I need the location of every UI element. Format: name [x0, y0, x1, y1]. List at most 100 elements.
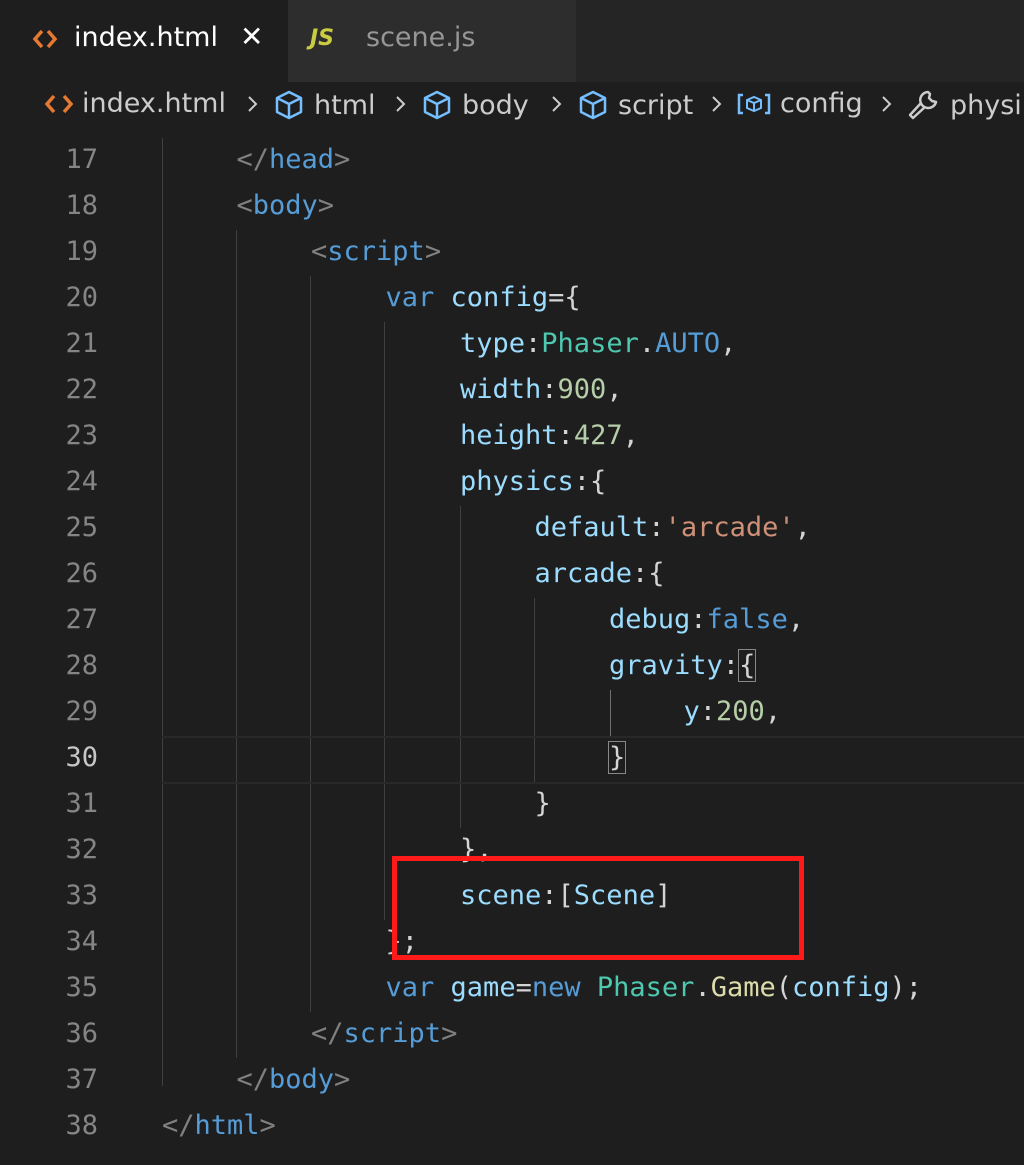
- line-number: 30: [65, 742, 98, 773]
- breadcrumb-item-config[interactable]: config: [736, 88, 863, 119]
- line-number: 17: [65, 144, 98, 175]
- breadcrumb-label: body: [462, 89, 529, 121]
- breadcrumb-item-body[interactable]: body: [420, 88, 529, 122]
- cube-icon: [423, 90, 451, 120]
- code-token: 427: [573, 420, 623, 451]
- code-token: false: [706, 604, 788, 635]
- code-line[interactable]: 31}: [0, 782, 1024, 828]
- chevron-right-icon: [882, 96, 892, 112]
- code-token: >: [259, 1110, 276, 1141]
- code-text: </script>: [311, 1018, 457, 1049]
- code-token: </: [236, 144, 270, 175]
- line-number: 18: [65, 190, 98, 221]
- code-line[interactable]: 22 width:900,: [0, 368, 1024, 414]
- line-number: 19: [65, 236, 98, 267]
- code-editor[interactable]: 17 </head> 18 <body> 19 <script> 20 var config=…: [0, 138, 1024, 1165]
- code-token: config: [450, 282, 549, 313]
- code-token: ,: [787, 604, 805, 635]
- chevron-right-icon: [712, 96, 722, 112]
- tab-bar: index.html ✕ JS scene.js: [0, 0, 1024, 82]
- code-token: >: [317, 190, 335, 221]
- code-text: type:Phaser.AUTO,: [460, 328, 736, 359]
- js-icon: JS: [310, 26, 335, 51]
- code-token: ,: [764, 696, 782, 727]
- line-number: 38: [65, 1110, 98, 1141]
- breadcrumb-item-index-html[interactable]: index.html: [44, 88, 226, 119]
- code-token: 'arcade': [664, 512, 795, 543]
- code-token: AUTO: [655, 328, 721, 359]
- code-line[interactable]: 17 </head>: [0, 138, 1024, 184]
- code-text: debug:false,: [609, 604, 804, 635]
- cube-icon: [275, 90, 303, 120]
- code-line[interactable]: 37 </body>: [0, 1058, 1024, 1104]
- breadcrumb-item-physics[interactable]: physi: [906, 88, 1022, 122]
- code-token: type: [460, 328, 526, 359]
- code-token: :: [541, 374, 558, 405]
- red-highlight-box: [392, 856, 804, 960]
- code-line[interactable]: 19 <script>: [0, 230, 1024, 276]
- code-token: html: [194, 1110, 260, 1141]
- code-token: (: [775, 972, 792, 1003]
- code-line[interactable]: 29 y:200,: [0, 690, 1024, 736]
- line-number: 35: [65, 972, 98, 1003]
- line-number: 21: [65, 328, 98, 359]
- breadcrumb: index.html html body script config physi: [0, 82, 1024, 138]
- code-line[interactable]: 28 gravity:{: [0, 644, 1024, 690]
- tab-label: index.html: [74, 22, 218, 53]
- code-token: :: [648, 512, 665, 543]
- code-line[interactable]: 26 arcade:{: [0, 552, 1024, 598]
- code-line[interactable]: 38 </html>: [0, 1104, 1024, 1150]
- code-token: game: [450, 972, 516, 1003]
- line-number: 31: [65, 788, 98, 819]
- html-file-icon: [44, 94, 74, 113]
- code-token: {: [738, 649, 757, 682]
- code-token: >: [334, 1064, 351, 1095]
- code-token: Phaser: [596, 972, 695, 1003]
- code-line[interactable]: 35 var game=new Phaser.Game(config);: [0, 966, 1024, 1012]
- code-text: width:900,: [460, 374, 623, 405]
- code-token: );: [889, 972, 923, 1003]
- code-token: :: [557, 420, 574, 451]
- code-line[interactable]: 27 debug:false,: [0, 598, 1024, 644]
- code-line[interactable]: 24 physics:{: [0, 460, 1024, 506]
- code-text: y:200,: [684, 696, 782, 727]
- code-token: </: [311, 1018, 344, 1049]
- breadcrumb-label: script: [618, 89, 694, 121]
- code-line[interactable]: 36 </script>: [0, 1012, 1024, 1058]
- line-number: 36: [65, 1018, 98, 1049]
- code-token: 200: [716, 696, 765, 727]
- close-icon[interactable]: ✕: [240, 20, 263, 53]
- code-line[interactable]: 18 <body>: [0, 184, 1024, 230]
- code-line[interactable]: 30}: [0, 736, 1024, 782]
- code-token: width: [460, 374, 542, 405]
- code-token: ,: [606, 374, 623, 405]
- code-text: </head>: [237, 144, 351, 175]
- breadcrumb-label: config: [780, 88, 863, 119]
- code-token: </: [236, 1064, 270, 1095]
- code-token: .: [694, 972, 711, 1003]
- line-number: 20: [65, 282, 98, 313]
- code-token: height: [460, 420, 558, 451]
- line-number: 32: [65, 834, 98, 865]
- tab-label: scene.js: [366, 22, 476, 53]
- code-line[interactable]: 25 default:'arcade',: [0, 506, 1024, 552]
- code-token: config: [792, 972, 890, 1003]
- breadcrumb-item-script[interactable]: script: [576, 88, 693, 122]
- tab-index-html[interactable]: index.html ✕: [0, 0, 288, 82]
- breadcrumb-item-html[interactable]: html: [272, 88, 376, 122]
- code-text: </body>: [237, 1064, 351, 1095]
- code-line[interactable]: 21 type:Phaser.AUTO,: [0, 322, 1024, 368]
- code-line[interactable]: 20 var config={: [0, 276, 1024, 322]
- code-token: body: [269, 1064, 335, 1095]
- code-token: :{: [632, 558, 665, 589]
- code-token: arcade: [534, 558, 633, 589]
- code-token: script: [343, 1018, 442, 1049]
- breadcrumb-label: physi: [950, 89, 1022, 121]
- code-text: <body>: [237, 190, 335, 221]
- code-line[interactable]: 23 height:427,: [0, 414, 1024, 460]
- tab-scene-js[interactable]: JS scene.js: [288, 0, 576, 82]
- code-token: :{: [573, 466, 607, 497]
- code-text: default:'arcade',: [535, 512, 811, 543]
